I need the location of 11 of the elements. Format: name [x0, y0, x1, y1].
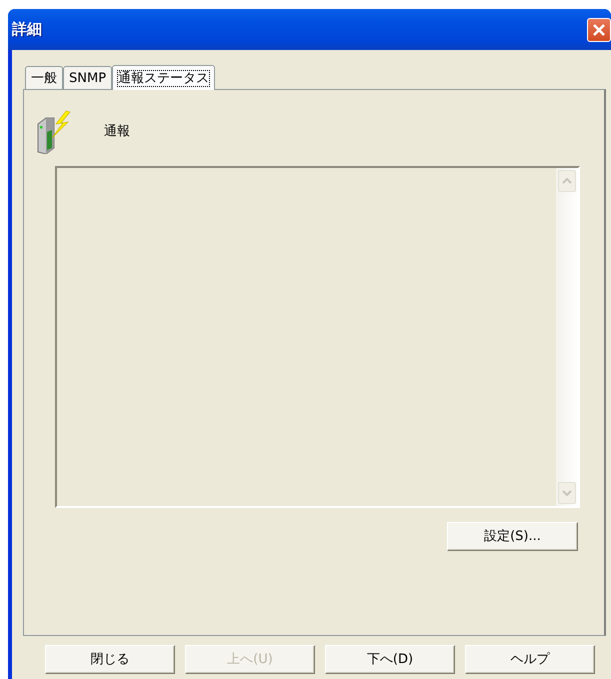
tab[interactable]: 通報ステータス — [112, 65, 216, 90]
dialog-button[interactable]: 下へ(D) — [325, 645, 455, 674]
close-button[interactable] — [587, 18, 611, 42]
window-title: 詳細 — [12, 20, 42, 39]
dialog-button[interactable]: ヘルプ — [465, 645, 595, 674]
tab[interactable]: SNMP — [63, 66, 112, 89]
close-icon — [592, 22, 606, 36]
dialog-button[interactable]: 閉じる — [45, 645, 175, 674]
tab[interactable]: 一般 — [25, 66, 63, 89]
panel-label: 通報 — [104, 123, 130, 140]
settings-button[interactable]: 設定(S)... — [447, 522, 578, 551]
